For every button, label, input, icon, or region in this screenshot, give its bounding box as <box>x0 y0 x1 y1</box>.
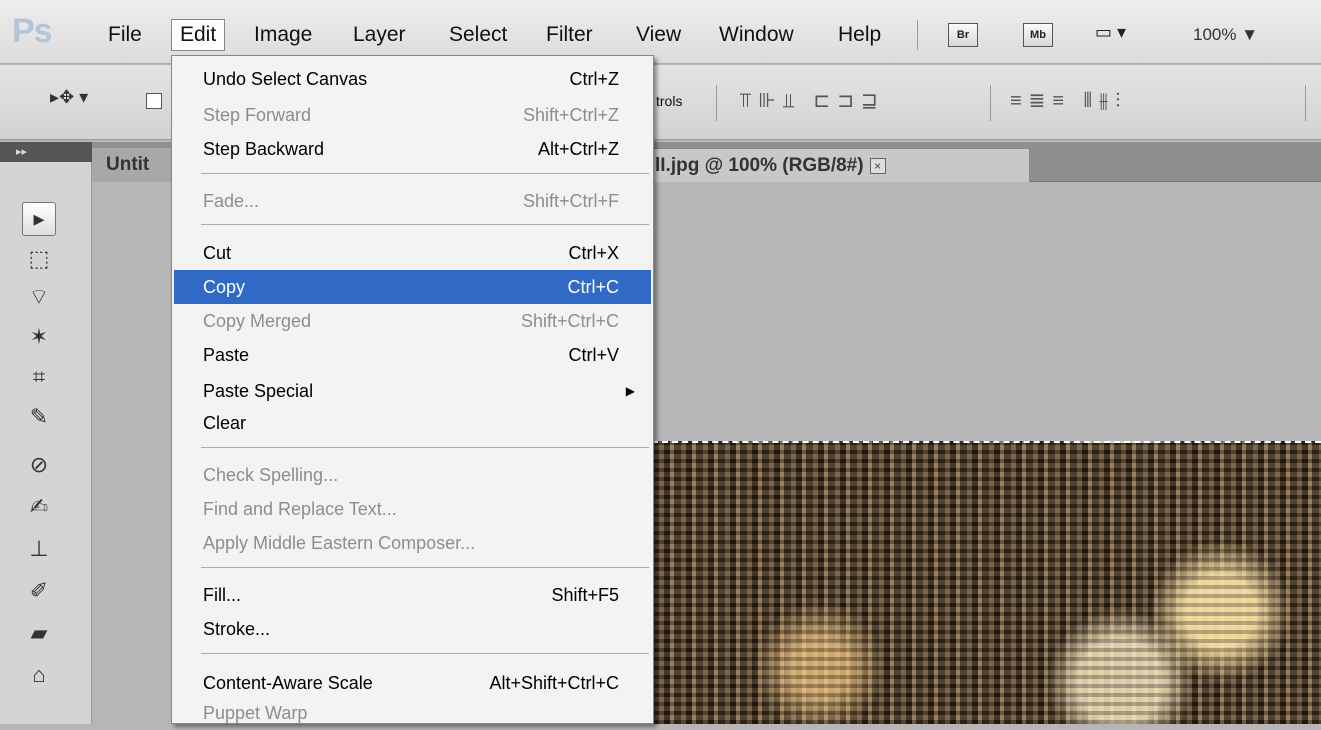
menu-file[interactable]: File <box>108 22 142 48</box>
move-tool-preset-icon[interactable]: ▸✥ ▾ <box>50 87 88 108</box>
menu-item-find-replace[interactable]: Find and Replace Text... <box>174 492 651 526</box>
tools-panel-header[interactable]: ▸▸ <box>0 142 92 162</box>
magic-wand-tool-icon[interactable]: ✶ <box>22 320 56 354</box>
bridge-button[interactable]: Br <box>948 23 978 47</box>
menu-item-check-spelling[interactable]: Check Spelling... <box>174 458 651 492</box>
tools-panel: ▸▸ ▸ ⬚ ⌔ ✶ ⌗ ✎ ⊘ ✍ ⊥ ✐ ▰ ⌂ <box>0 142 92 724</box>
crop-tool-icon[interactable]: ⌗ <box>22 360 56 394</box>
menu-view[interactable]: View <box>636 22 681 48</box>
menu-item-paste[interactable]: Paste Ctrl+V <box>174 338 651 372</box>
menu-layer[interactable]: Layer <box>353 22 406 48</box>
menu-filter[interactable]: Filter <box>546 22 593 48</box>
menu-item-stroke[interactable]: Stroke... <box>174 612 651 646</box>
menu-item-puppet-warp[interactable]: Puppet Warp <box>174 696 651 730</box>
menu-item-fade[interactable]: Fade... Shift+Ctrl+F <box>174 184 651 218</box>
show-transform-controls-label: trols <box>656 93 683 109</box>
options-separator <box>1305 85 1306 121</box>
options-separator <box>990 85 991 121</box>
menu-separator <box>201 653 649 654</box>
edit-menu-dropdown: Undo Select Canvas Ctrl+Z Step Forward Shi… <box>171 55 654 724</box>
menu-edit[interactable]: Edit <box>171 19 226 51</box>
menu-separator <box>201 224 649 225</box>
healing-brush-tool-icon[interactable]: ⊘ <box>22 448 56 482</box>
history-brush-tool-icon[interactable]: ✐ <box>22 574 56 608</box>
menu-select[interactable]: Select <box>449 22 507 48</box>
marquee-tool-icon[interactable]: ⬚ <box>22 242 56 276</box>
paint-bucket-tool-icon[interactable]: ⌂ <box>22 658 56 692</box>
close-icon[interactable]: × <box>869 157 886 174</box>
tab-active-document[interactable]: lI.jpg @ 100% (RGB/8#) × <box>640 148 1030 182</box>
menu-image[interactable]: Image <box>254 22 312 48</box>
brush-tool-icon[interactable]: ✍ <box>22 490 56 524</box>
lasso-tool-icon[interactable]: ⌔ <box>22 280 56 314</box>
menubar-separator <box>917 20 918 50</box>
menu-separator <box>201 447 649 448</box>
menu-item-copy-merged[interactable]: Copy Merged Shift+Ctrl+C <box>174 304 651 338</box>
screen-mode-icon[interactable]: ▭ ▾ <box>1095 22 1151 48</box>
menu-item-copy[interactable]: Copy Ctrl+C <box>174 270 651 304</box>
tab-title: lI.jpg @ 100% (RGB/8#) <box>655 155 864 176</box>
menu-item-cut[interactable]: Cut Ctrl+X <box>174 236 651 270</box>
auto-select-checkbox[interactable] <box>146 93 162 109</box>
eyedropper-tool-icon[interactable]: ✎ <box>22 400 56 434</box>
menu-window[interactable]: Window <box>719 22 794 48</box>
menu-item-middle-eastern-composer[interactable]: Apply Middle Eastern Composer... <box>174 526 651 560</box>
menu-help[interactable]: Help <box>838 22 881 48</box>
submenu-arrow-icon: ▶ <box>625 384 635 398</box>
menu-item-step-backward[interactable]: Step Backward Alt+Ctrl+Z <box>174 132 651 166</box>
menu-item-undo[interactable]: Undo Select Canvas Ctrl+Z <box>174 62 651 96</box>
document-image[interactable] <box>652 441 1321 724</box>
distribute-buttons-group[interactable]: ≡≣≡ ⫴⫵⫶ <box>1010 88 1127 113</box>
options-separator <box>716 85 717 121</box>
move-tool-icon[interactable]: ▸ <box>22 202 56 236</box>
menu-item-step-forward[interactable]: Step Forward Shift+Ctrl+Z <box>174 98 651 132</box>
eraser-tool-icon[interactable]: ▰ <box>22 616 56 650</box>
menu-separator <box>201 567 649 568</box>
align-buttons-group[interactable]: ⫪⊪⫫ ⊏⊐⊒ <box>740 88 885 113</box>
mini-bridge-button[interactable]: Mb <box>1023 23 1053 47</box>
menu-item-clear[interactable]: Clear <box>174 406 651 440</box>
menu-item-fill[interactable]: Fill... Shift+F5 <box>174 578 651 612</box>
zoom-dropdown[interactable]: 100% ▼ <box>1193 25 1258 45</box>
menu-item-paste-special[interactable]: Paste Special ▶ <box>174 374 651 408</box>
photoshop-logo: Ps <box>12 12 53 50</box>
clone-stamp-tool-icon[interactable]: ⊥ <box>22 532 56 566</box>
menu-item-content-aware-scale[interactable]: Content-Aware Scale Alt+Shift+Ctrl+C <box>174 666 651 700</box>
menu-separator <box>201 173 649 174</box>
